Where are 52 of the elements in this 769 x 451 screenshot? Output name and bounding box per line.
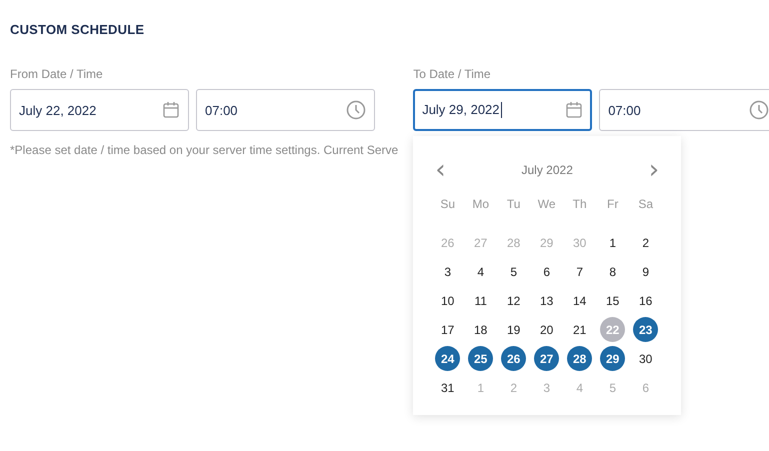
weekday-label: Sa bbox=[638, 196, 654, 213]
calendar-day[interactable]: 2 bbox=[633, 230, 658, 255]
calendar-icon[interactable] bbox=[565, 101, 584, 119]
weekday-label: Th bbox=[572, 196, 587, 213]
calendar-day[interactable]: 14 bbox=[567, 288, 592, 313]
calendar-day[interactable]: 9 bbox=[633, 259, 658, 284]
field-label: To Date / Time bbox=[413, 67, 492, 81]
calendar-day[interactable]: 17 bbox=[435, 317, 460, 342]
weekday-label: Tu bbox=[506, 196, 520, 213]
calendar-day[interactable]: 21 bbox=[567, 317, 592, 342]
weekday-label: Fr bbox=[607, 196, 618, 213]
weekday-label: Su bbox=[440, 196, 456, 213]
previous-month-button[interactable]: ‹ bbox=[435, 160, 446, 180]
calendar-day[interactable]: 12 bbox=[501, 288, 526, 313]
calendar-day[interactable]: 6 bbox=[534, 259, 560, 284]
calendar-day[interactable]: 4 bbox=[468, 259, 494, 284]
time-field[interactable]: 07:00 bbox=[196, 89, 375, 131]
calendar-day[interactable]: 1 bbox=[600, 230, 626, 255]
weekday-label: Mo bbox=[472, 196, 490, 213]
calendar-icon[interactable] bbox=[162, 101, 180, 119]
clock-icon[interactable] bbox=[346, 100, 366, 120]
calendar-day[interactable]: 29 bbox=[600, 346, 626, 371]
date-field[interactable]: July 22, 2022 bbox=[10, 89, 189, 131]
field-label: From Date / Time bbox=[10, 67, 104, 81]
calendar-day[interactable]: 28 bbox=[567, 346, 592, 371]
clock-icon[interactable] bbox=[749, 100, 769, 120]
calendar-day[interactable]: 7 bbox=[567, 259, 592, 284]
calendar-day[interactable]: 19 bbox=[501, 317, 526, 342]
time-field[interactable]: 07:00 bbox=[599, 89, 769, 131]
weekday-label: We bbox=[538, 196, 556, 213]
calendar-day[interactable]: 27 bbox=[534, 346, 560, 371]
calendar-day[interactable]: 24 bbox=[435, 346, 460, 371]
calendar-day[interactable]: 5 bbox=[501, 259, 526, 284]
calendar-day[interactable]: 3 bbox=[435, 259, 460, 284]
calendar-day[interactable]: 15 bbox=[600, 288, 626, 313]
section-title: CUSTOM SCHEDULE bbox=[10, 22, 146, 37]
calendar-day[interactable]: 18 bbox=[468, 317, 494, 342]
calendar-day[interactable]: 30 bbox=[633, 346, 658, 371]
date-field[interactable]: July 29, 2022 bbox=[413, 89, 592, 131]
calendar-day[interactable]: 20 bbox=[534, 317, 560, 342]
calendar-day[interactable]: 31 bbox=[435, 375, 460, 400]
calendar-day[interactable]: 8 bbox=[600, 259, 626, 284]
calendar-day[interactable]: 25 bbox=[468, 346, 494, 371]
next-month-button[interactable]: › bbox=[648, 160, 660, 180]
month-title: July 2022 bbox=[522, 163, 573, 177]
calendar-day[interactable]: 13 bbox=[534, 288, 560, 313]
calendar-day[interactable]: 26 bbox=[501, 346, 526, 371]
hint-text: *Please set date / time based on your server time settings. Current Serve bbox=[10, 143, 398, 157]
calendar-day[interactable]: 23 bbox=[633, 317, 658, 342]
calendar-day[interactable]: 11 bbox=[468, 288, 494, 313]
calendar-day[interactable]: 10 bbox=[435, 288, 460, 313]
calendar-day[interactable]: 16 bbox=[633, 288, 658, 313]
